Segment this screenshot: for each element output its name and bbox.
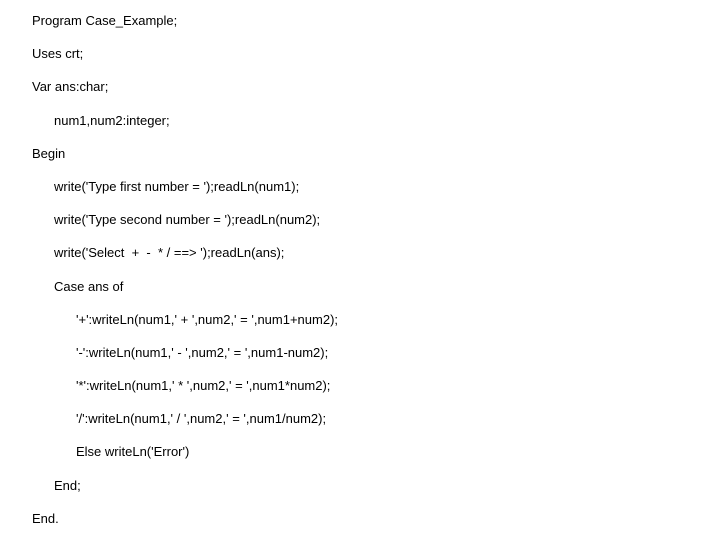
code-line-var2: num1,num2:integer; [32,112,688,130]
code-line-program: Program Case_Example; [32,12,688,30]
code-line-else: Else writeLn('Error') [32,443,688,461]
code-line-write3: write('Select + - * / ==> ');readLn(ans)… [32,244,688,262]
code-line-uses: Uses crt; [32,45,688,63]
code-line-plus: '+':writeLn(num1,' + ',num2,' = ',num1+n… [32,311,688,329]
code-line-div: '/':writeLn(num1,' / ',num2,' = ',num1/n… [32,410,688,428]
code-line-write1: write('Type first number = ');readLn(num… [32,178,688,196]
code-line-begin: Begin [32,145,688,163]
code-line-end: End. [32,510,688,528]
code-line-case: Case ans of [32,278,688,296]
code-line-minus: '-':writeLn(num1,' - ',num2,' = ',num1-n… [32,344,688,362]
code-line-mult: '*':writeLn(num1,' * ',num2,' = ',num1*n… [32,377,688,395]
code-line-endcase: End; [32,477,688,495]
code-line-var: Var ans:char; [32,78,688,96]
code-line-write2: write('Type second number = ');readLn(nu… [32,211,688,229]
